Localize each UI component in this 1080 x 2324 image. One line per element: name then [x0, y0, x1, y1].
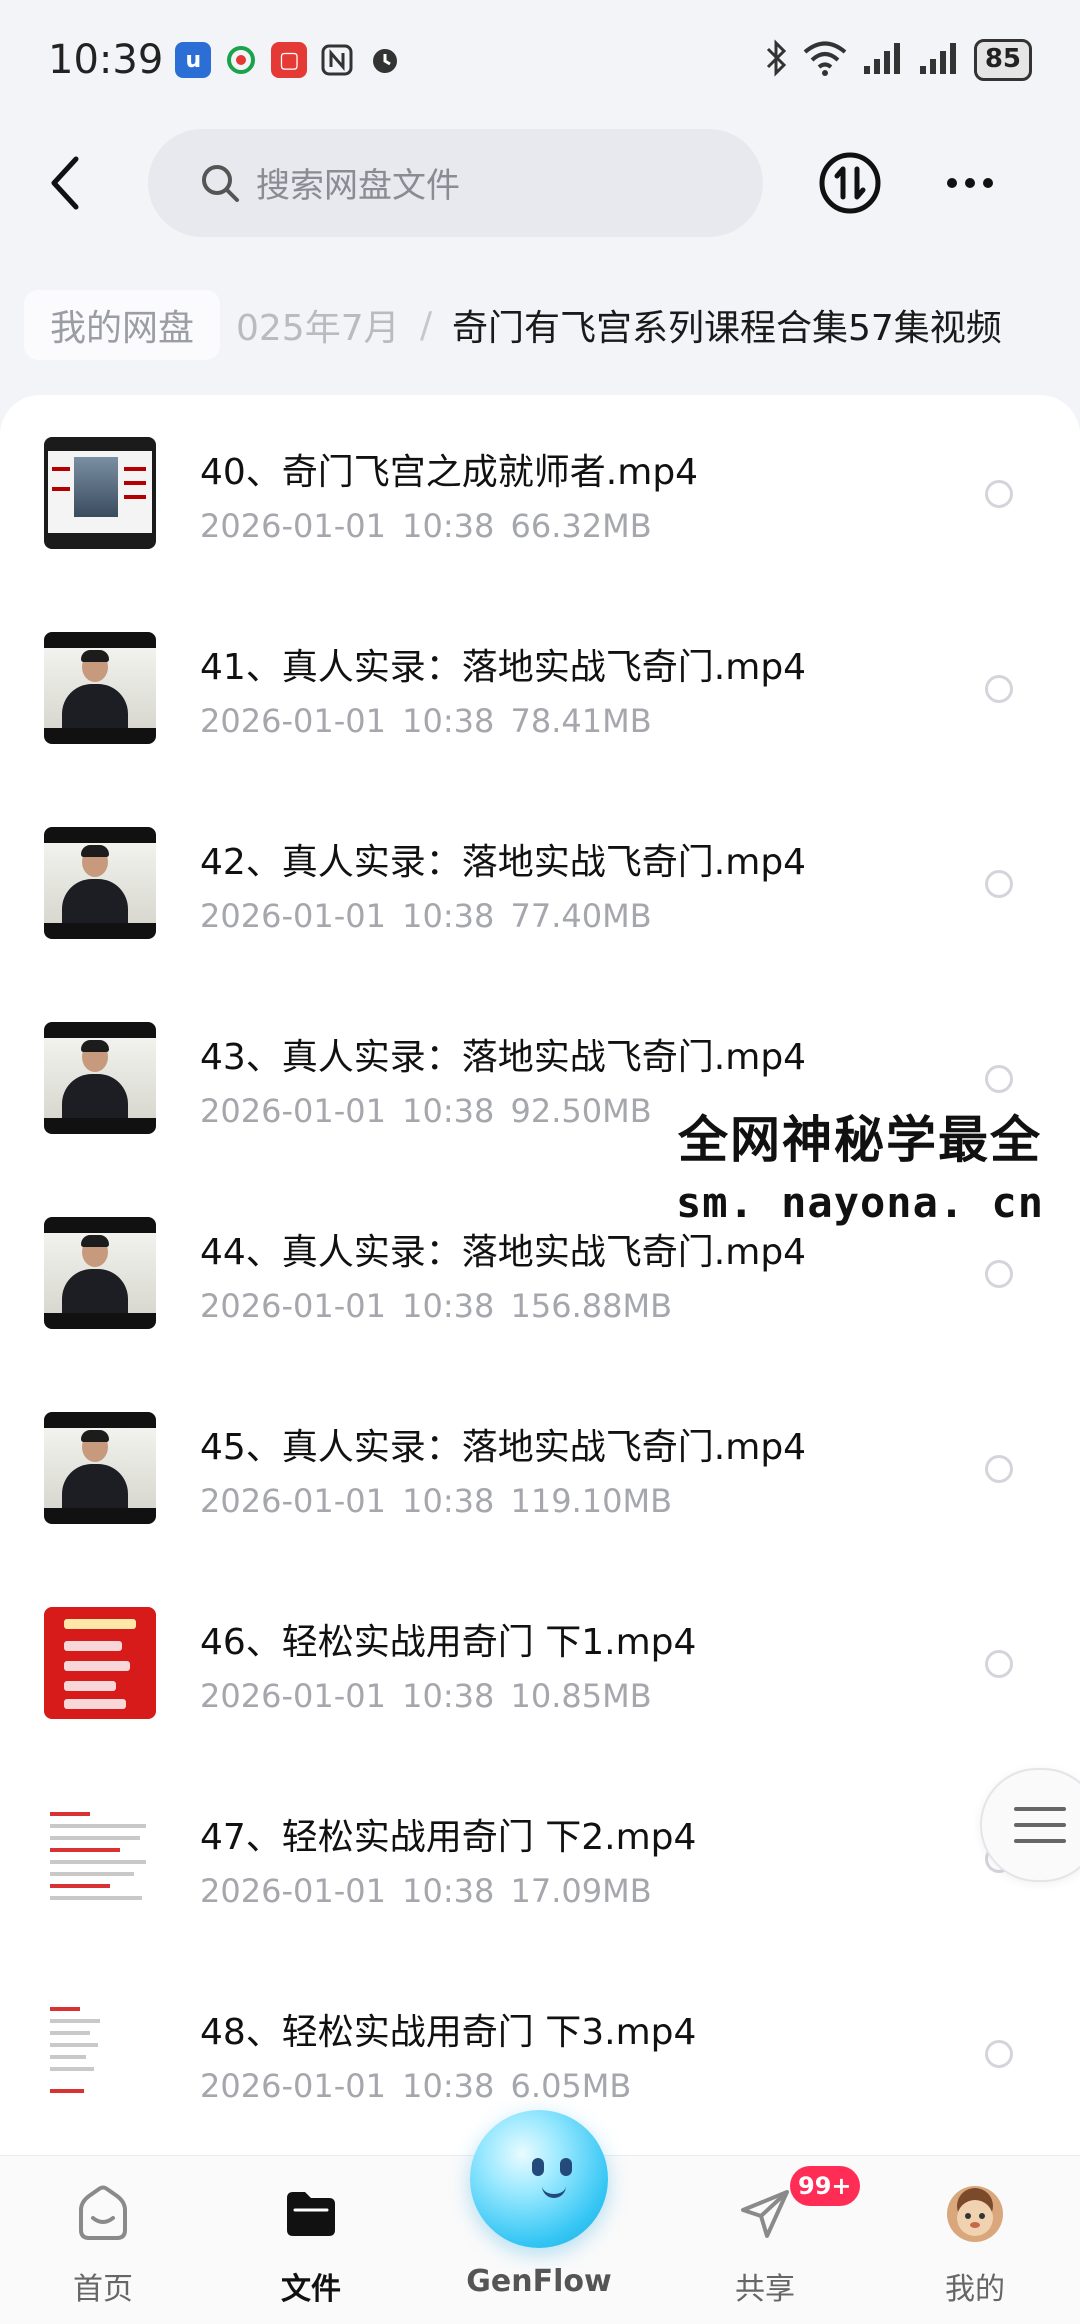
file-meta: 2026-01-01 10:38 66.32MB: [200, 507, 652, 545]
sort-icon: [819, 152, 881, 213]
avatar-icon: [947, 2186, 1003, 2242]
select-radio[interactable]: [985, 1455, 1013, 1483]
dot-icon: [947, 177, 957, 188]
search-placeholder: 搜索网盘文件: [256, 166, 460, 206]
file-name: 41、真人实录：落地实战飞奇门.mp4: [200, 647, 807, 688]
screen: 10:39 u ▢ 85 搜索网盘文件 我的网盘 025年7月 / 奇门有飞宫系…: [0, 0, 1080, 2324]
nav-share-label: 共享: [735, 2272, 795, 2307]
file-name: 46、轻松实战用奇门 下1.mp4: [200, 1622, 697, 1663]
video-thumbnail: [44, 1022, 156, 1134]
file-row[interactable]: 42、真人实录：落地实战飞奇门.mp4 2026-01-01 10:38 77.…: [0, 805, 1080, 1000]
video-thumbnail: [44, 1607, 156, 1719]
nav-home[interactable]: 首页: [28, 2156, 178, 2324]
top-bar: 搜索网盘文件: [0, 125, 1080, 240]
chevron-left-icon: [51, 156, 79, 209]
file-name: 40、奇门飞宫之成就师者.mp4: [200, 452, 699, 493]
select-radio[interactable]: [985, 1260, 1013, 1288]
watermark-url: sm. nayona. cn: [676, 1178, 1045, 1227]
video-thumbnail: [44, 827, 156, 939]
file-name: 48、轻松实战用奇门 下3.mp4: [200, 2012, 697, 2053]
file-name: 42、真人实录：落地实战飞奇门.mp4: [200, 842, 807, 883]
nav-files-label: 文件: [281, 2272, 341, 2307]
file-row[interactable]: 47、轻松实战用奇门 下2.mp4 2026-01-01 10:38 17.09…: [0, 1780, 1080, 1975]
watermark: 全网神秘学最全 sm. nayona. cn: [676, 1100, 1080, 1227]
nav-home-label: 首页: [73, 2272, 133, 2307]
select-radio[interactable]: [985, 2040, 1013, 2068]
video-thumbnail: [44, 1997, 156, 2109]
search-input[interactable]: 搜索网盘文件: [148, 128, 763, 237]
nav-mine[interactable]: 我的: [900, 2156, 1050, 2324]
nav-files[interactable]: 文件: [236, 2156, 386, 2324]
signal-icon-2: [918, 40, 960, 80]
video-thumbnail: [44, 1217, 156, 1329]
breadcrumb: 我的网盘 025年7月 / 奇门有飞宫系列课程合集57集视频: [0, 290, 1080, 360]
watermark-title: 全网神秘学最全: [676, 1100, 1044, 1172]
select-radio[interactable]: [985, 870, 1013, 898]
file-meta: 2026-01-01 10:38 6.05MB: [200, 2067, 632, 2105]
mobile-network-icon: [223, 42, 259, 78]
wifi-icon: [802, 39, 848, 81]
more-options-button[interactable]: [940, 163, 1000, 203]
paper-plane-icon: [741, 2190, 789, 2238]
select-radio[interactable]: [985, 675, 1013, 703]
bluetooth-icon: [764, 39, 788, 81]
file-name: 44、真人实录：落地实战飞奇门.mp4: [200, 1232, 807, 1273]
share-badge: 99+: [790, 2166, 860, 2206]
file-name: 45、真人实录：落地实战飞奇门.mp4: [200, 1427, 807, 1468]
select-radio[interactable]: [985, 1065, 1013, 1093]
file-row[interactable]: 41、真人实录：落地实战飞奇门.mp4 2026-01-01 10:38 78.…: [0, 610, 1080, 805]
folder-icon: [287, 2192, 335, 2236]
nav-mine-label: 我的: [945, 2272, 1005, 2307]
video-thumbnail: [44, 1412, 156, 1524]
status-bar: 10:39 u ▢ 85: [0, 0, 1080, 120]
alarm-icon: [367, 42, 403, 78]
dot-icon: [983, 177, 993, 188]
dot-icon: [965, 177, 975, 188]
file-row[interactable]: 46、轻松实战用奇门 下1.mp4 2026-01-01 10:38 10.85…: [0, 1585, 1080, 1780]
file-meta: 2026-01-01 10:38 17.09MB: [200, 1872, 652, 1910]
signal-icon-1: [862, 40, 904, 80]
app-notification-icon: u: [175, 42, 212, 78]
select-radio[interactable]: [985, 1650, 1013, 1678]
back-button[interactable]: [40, 153, 90, 213]
sort-button[interactable]: [818, 151, 882, 215]
menu-icon: [1014, 1807, 1066, 1843]
file-meta: 2026-01-01 10:38 92.50MB: [200, 1092, 652, 1130]
file-meta: 2026-01-01 10:38 156.88MB: [200, 1287, 673, 1325]
video-thumbnail: [44, 1802, 156, 1914]
file-list: 40、奇门飞宫之成就师者.mp4 2026-01-01 10:38 66.32M…: [0, 395, 1080, 2155]
file-meta: 2026-01-01 10:38 10.85MB: [200, 1677, 652, 1715]
genflow-orb-icon[interactable]: [470, 2110, 608, 2248]
video-thumbnail: [44, 437, 156, 549]
file-meta: 2026-01-01 10:38 119.10MB: [200, 1482, 673, 1520]
file-row[interactable]: 40、奇门飞宫之成就师者.mp4 2026-01-01 10:38 66.32M…: [0, 415, 1080, 610]
file-name: 47、轻松实战用奇门 下2.mp4: [200, 1817, 697, 1858]
breadcrumb-parent[interactable]: 025年7月: [236, 299, 400, 351]
status-time: 10:39: [48, 37, 164, 83]
home-icon: [79, 2185, 127, 2240]
nav-genflow-label: GenFlow: [466, 2264, 612, 2299]
select-radio[interactable]: [985, 480, 1013, 508]
battery-indicator: 85: [973, 39, 1032, 81]
file-row[interactable]: 45、真人实录：落地实战飞奇门.mp4 2026-01-01 10:38 119…: [0, 1390, 1080, 1585]
file-name: 43、真人实录：落地实战飞奇门.mp4: [200, 1037, 807, 1078]
breadcrumb-current: 奇门有飞宫系列课程合集57集视频: [452, 308, 1002, 349]
file-meta: 2026-01-01 10:38 77.40MB: [200, 897, 652, 935]
red-app-icon: ▢: [271, 42, 308, 78]
file-meta: 2026-01-01 10:38 78.41MB: [200, 702, 652, 740]
nfc-icon: [319, 42, 355, 78]
video-thumbnail: [44, 632, 156, 744]
breadcrumb-separator: /: [420, 304, 433, 346]
breadcrumb-root[interactable]: 我的网盘: [24, 290, 221, 360]
search-icon: [202, 164, 239, 202]
